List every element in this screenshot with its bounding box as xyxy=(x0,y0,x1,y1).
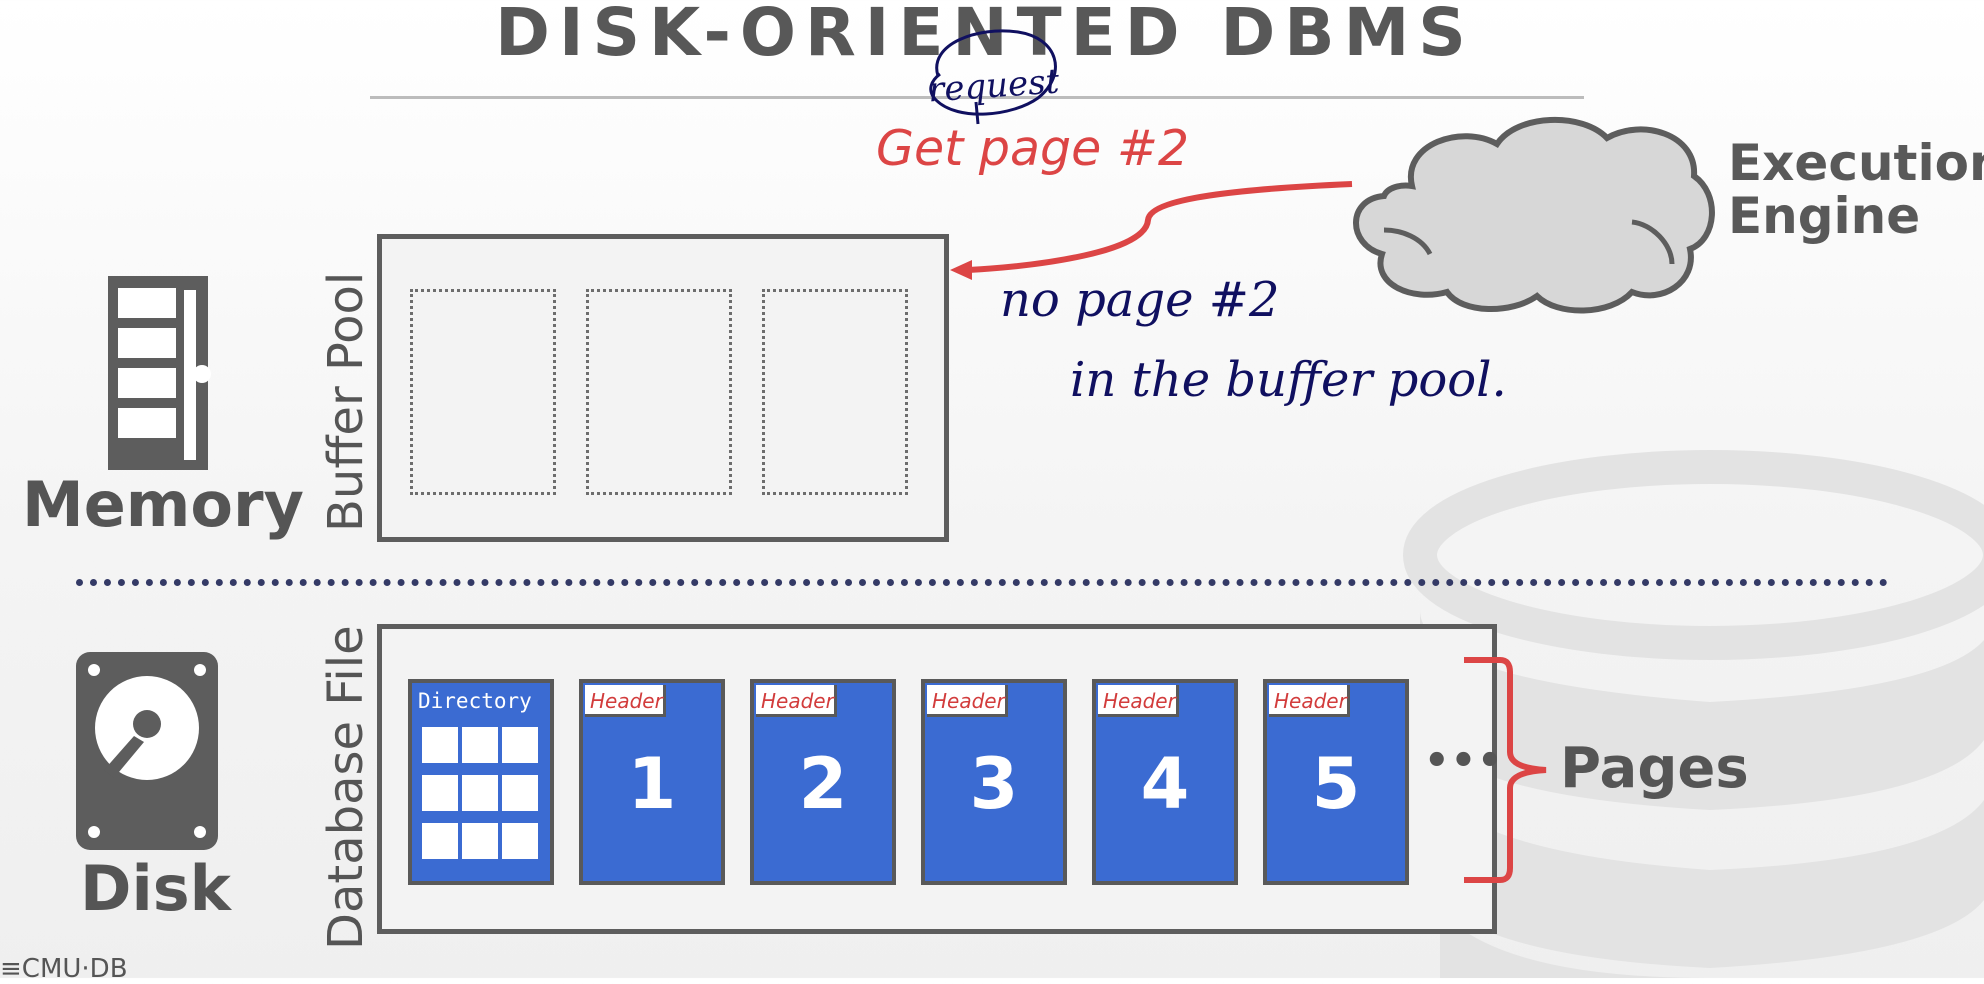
page-header: Header xyxy=(756,685,837,717)
directory-slot xyxy=(502,823,538,859)
memory-label: Memory xyxy=(22,468,304,541)
pages-label: Pages xyxy=(1560,736,1749,801)
data-page-4: Header 4 xyxy=(1092,679,1238,885)
page-number: 3 xyxy=(969,743,1019,825)
buffer-frame xyxy=(586,289,732,495)
data-page-1: Header 1 xyxy=(579,679,725,885)
memory-stick-icon xyxy=(108,276,211,470)
directory-page: Directory xyxy=(408,679,554,885)
buffer-pool xyxy=(377,234,949,542)
hard-disk-icon xyxy=(76,652,218,850)
buffer-pool-label: Buffer Pool xyxy=(318,271,374,532)
page-header: Header xyxy=(927,685,1008,717)
memory-disk-divider xyxy=(76,579,1888,586)
page-header: Header xyxy=(585,685,666,717)
page-header: Header xyxy=(1098,685,1179,717)
data-page-5: Header 5 xyxy=(1263,679,1409,885)
database-file: Directory Header 1 Header 2 Header 3 Hea… xyxy=(377,624,1497,934)
page-header: Header xyxy=(1269,685,1350,717)
cmu-db-logo: ≡CMU·DB xyxy=(0,954,128,984)
directory-slot xyxy=(462,823,498,859)
handwritten-note-line1: no page #2 xyxy=(1000,272,1280,328)
execution-engine-label-line1: Execution xyxy=(1728,134,1984,192)
directory-label: Directory xyxy=(418,689,532,713)
directory-slot xyxy=(502,775,538,811)
buffer-frame xyxy=(410,289,556,495)
disk-label: Disk xyxy=(80,852,231,925)
directory-slot xyxy=(422,727,458,763)
cloud-icon xyxy=(1353,117,1715,314)
page-number: 4 xyxy=(1140,743,1190,825)
directory-slot xyxy=(422,823,458,859)
data-page-3: Header 3 xyxy=(921,679,1067,885)
handwritten-note-line2: in the buffer pool. xyxy=(1070,352,1507,408)
data-page-2: Header 2 xyxy=(750,679,896,885)
get-page-request-label: Get page #2 xyxy=(876,120,1190,177)
buffer-frame xyxy=(762,289,908,495)
directory-slot xyxy=(422,775,458,811)
database-file-label: Database File xyxy=(318,625,374,950)
directory-slot xyxy=(462,727,498,763)
page-number: 2 xyxy=(798,743,848,825)
execution-engine-label-line2: Engine xyxy=(1728,187,1921,245)
directory-slot xyxy=(462,775,498,811)
directory-slot xyxy=(502,727,538,763)
page-number: 1 xyxy=(627,743,677,825)
pages-brace xyxy=(1464,657,1547,883)
page-number: 5 xyxy=(1311,743,1361,825)
